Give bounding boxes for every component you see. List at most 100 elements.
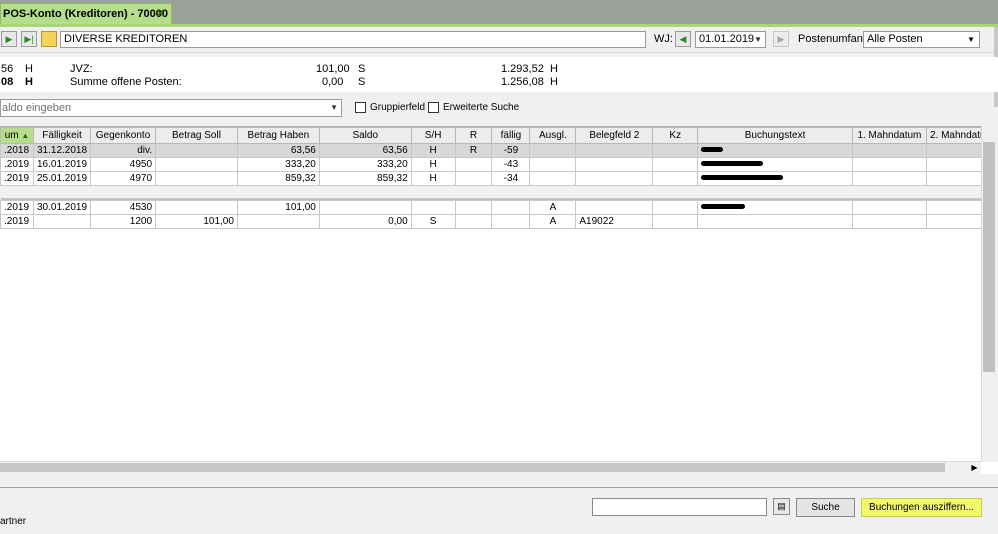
cell-gegenkonto: 4970	[90, 171, 157, 186]
wj-next-icon[interactable]: ▶	[773, 31, 789, 47]
separator-cell	[0, 185, 998, 199]
cell-soll	[155, 200, 238, 215]
col-header-betrag-haben[interactable]: Betrag Haben	[236, 127, 320, 144]
col-header-sh[interactable]: S/H	[410, 127, 456, 144]
cell-kz	[652, 157, 699, 172]
cell-ausgl	[529, 171, 577, 186]
cell-sh	[410, 200, 456, 215]
buchungen-ausziffern-button[interactable]: Buchungen ausziffern...	[861, 498, 982, 517]
col-header-faelligkeit[interactable]: Fälligkeit	[32, 127, 92, 144]
suche-button[interactable]: Suche	[796, 498, 855, 517]
table-row[interactable]: .2019 30.01.2019 4530 101,00 A	[0, 200, 998, 215]
cell-ausgl	[529, 143, 577, 158]
cell-ausgl: A	[529, 200, 577, 215]
search-input[interactable]	[592, 498, 767, 516]
cell-buchungstext	[697, 200, 853, 215]
scroll-right-icon[interactable]: ▶	[968, 461, 981, 474]
col-header-mahndatum-1[interactable]: 1. Mahndatum	[851, 127, 927, 144]
cell-faelligkeit: 30.01.2019	[32, 200, 92, 215]
chevron-down-icon: ▼	[967, 35, 975, 44]
summary-label-jvz: JVZ:	[70, 63, 93, 75]
gruppierfeld-checkbox[interactable]	[355, 102, 366, 113]
table-row[interactable]: .2018 31.12.2018 div. 63,56 63,56 H R -5…	[0, 143, 998, 158]
sort-asc-icon: ▲	[21, 130, 30, 140]
cell-datum: .2019	[0, 171, 34, 186]
close-icon[interactable]: ✕	[156, 4, 165, 24]
col-header-gegenkonto[interactable]: Gegenkonto	[90, 127, 157, 144]
col-header-saldo[interactable]: Saldo	[318, 127, 412, 144]
summary-mid-amount-1: 101,00	[316, 63, 350, 75]
cell-mahndatum-1	[851, 214, 927, 229]
cell-mahndatum-1	[851, 200, 927, 215]
cell-faelligkeit: 16.01.2019	[32, 157, 92, 172]
cell-saldo	[318, 200, 412, 215]
cell-haben: 101,00	[236, 200, 320, 215]
cell-soll	[155, 171, 238, 186]
cell-r: R	[454, 143, 493, 158]
summary-left-sh-1: H	[25, 63, 33, 75]
tab-pos-konto[interactable]: POS-Konto (Kreditoren) - 70000 ✕	[0, 3, 172, 24]
col-header-datum[interactable]: um ▲	[0, 127, 34, 144]
cell-gegenkonto: 4530	[90, 200, 157, 215]
cell-faelligkeit	[32, 214, 92, 229]
cell-sh: S	[410, 214, 456, 229]
cell-r	[454, 171, 493, 186]
summary-left-sh-2: H	[25, 76, 33, 88]
col-header-faellig[interactable]: fällig	[491, 127, 531, 144]
cell-faellig: -34	[491, 171, 531, 186]
horizontal-scrollbar-thumb[interactable]	[0, 463, 945, 472]
table-row[interactable]: .2019 1200 101,00 0,00 S A A19022	[0, 214, 998, 229]
partner-label: artner	[0, 516, 27, 527]
note-icon[interactable]	[41, 31, 57, 47]
cell-soll	[155, 143, 238, 158]
cell-soll	[155, 157, 238, 172]
table-row[interactable]: .2019 16.01.2019 4950 333,20 333,20 H -4…	[0, 157, 998, 172]
cell-mahndatum-1	[851, 157, 927, 172]
cell-faellig	[491, 214, 531, 229]
col-header-buchungstext[interactable]: Buchungstext	[697, 127, 853, 144]
calculator-icon[interactable]: ▤	[773, 498, 790, 515]
cell-kz	[652, 143, 699, 158]
cell-faelligkeit: 25.01.2019	[32, 171, 92, 186]
cell-faellig	[491, 200, 531, 215]
redaction-mark	[701, 161, 764, 167]
cell-saldo: 859,32	[318, 171, 412, 186]
cell-buchungstext	[697, 214, 853, 229]
wj-date-select[interactable]: 01.01.2019 ▼	[695, 31, 766, 48]
col-header-betrag-soll[interactable]: Betrag Soll	[155, 127, 238, 144]
postenumfang-select[interactable]: Alle Posten ▼	[863, 31, 980, 48]
tab-title: POS-Konto (Kreditoren) - 70000	[3, 8, 169, 20]
col-header-belegfeld2[interactable]: Belegfeld 2	[575, 127, 654, 144]
summary-left-amount-2: 08	[1, 76, 14, 88]
cell-buchungstext	[697, 143, 853, 158]
header-row: um ▲ Fälligkeit Gegenkonto Betrag Soll B…	[0, 127, 998, 144]
chevron-down-icon: ▼	[330, 103, 338, 112]
saldo-filter-input[interactable]: aldo eingeben ▼	[0, 99, 342, 117]
summary-mid-amount-2: 0,00	[322, 76, 344, 88]
account-name-field[interactable]: DIVERSE KREDITOREN	[60, 31, 646, 48]
cell-datum: .2018	[0, 143, 34, 158]
col-header-kz[interactable]: Kz	[652, 127, 699, 144]
saldo-filter-placeholder: aldo eingeben	[2, 102, 72, 114]
summary-right-sh-1: H	[550, 63, 558, 75]
cell-mahndatum-1	[851, 171, 927, 186]
play-icon[interactable]: ▶	[1, 31, 17, 47]
cell-saldo: 333,20	[318, 157, 412, 172]
erweiterte-suche-checkbox[interactable]	[428, 102, 439, 113]
summary-right-amount-2: 1.256,08	[501, 76, 544, 88]
cell-belegfeld2	[575, 200, 654, 215]
wj-prev-icon[interactable]: ◀	[675, 31, 691, 47]
postenumfang-label: Postenumfang:	[798, 33, 872, 45]
redaction-mark	[701, 147, 724, 153]
vertical-scrollbar-thumb[interactable]	[983, 142, 995, 372]
next-record-icon[interactable]: ▶|	[21, 31, 37, 47]
cell-faelligkeit: 31.12.2018	[32, 143, 92, 158]
cell-soll: 101,00	[155, 214, 238, 229]
cell-gegenkonto: div.	[90, 143, 157, 158]
cell-kz	[652, 214, 699, 229]
cell-saldo: 0,00	[318, 214, 412, 229]
col-header-ausgl[interactable]: Ausgl.	[529, 127, 577, 144]
table-row[interactable]: .2019 25.01.2019 4970 859,32 859,32 H -3…	[0, 171, 998, 186]
col-header-r[interactable]: R	[454, 127, 493, 144]
cell-datum: .2019	[0, 200, 34, 215]
